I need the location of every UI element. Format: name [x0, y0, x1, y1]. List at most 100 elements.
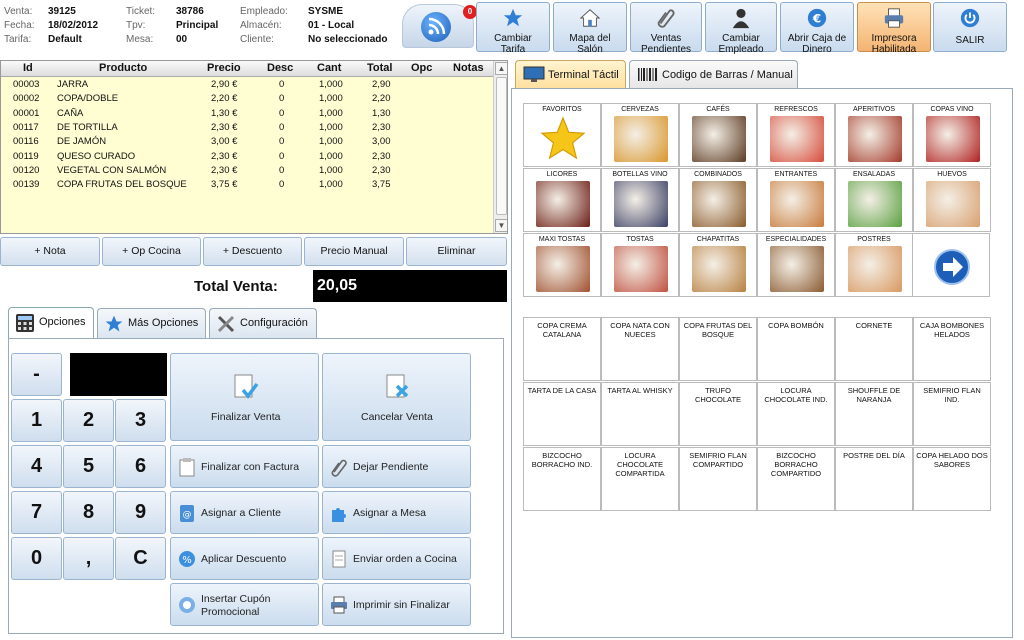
product-button[interactable]: CAJA BOMBONES HELADOS [913, 317, 991, 381]
category-image [692, 116, 746, 162]
key-8[interactable]: 8 [63, 491, 114, 534]
apply-discount-button[interactable]: % Aplicar Descuento [170, 537, 319, 580]
keypad-display [70, 353, 167, 396]
product-button[interactable]: TARTA AL WHISKY [601, 382, 679, 446]
order-grid[interactable]: Id Producto Precio Desc Cant Total Opc N… [0, 60, 508, 234]
leave-pending-button[interactable]: Dejar Pendiente [322, 445, 471, 488]
tab-terminal-tactil[interactable]: Terminal Táctil [515, 60, 626, 88]
tab-codigo-barras[interactable]: Codigo de Barras / Manual [629, 60, 798, 88]
table-cell: 1,000 [319, 79, 343, 90]
change-tariff-button[interactable]: Cambiar Tarifa [476, 2, 550, 55]
table-row[interactable]: 00002 COPA/DOBLE 2,20 € 0 1,000 2,20 [1, 92, 493, 106]
table-row[interactable]: 00117 DE TORTILLA 2,30 € 0 1,000 2,30 [1, 121, 493, 135]
category-especialidades[interactable]: ESPECIALIDADES [757, 233, 835, 297]
product-button[interactable]: BIZCOCHO BORRACHO COMPARTIDO [757, 447, 835, 511]
room-map-button[interactable]: Mapa del Salón [553, 2, 627, 55]
assign-client-button[interactable]: @ Asignar a Cliente [170, 491, 319, 534]
category-postres[interactable]: POSTRES [835, 233, 913, 297]
category-huevos[interactable]: HUEVOS [913, 168, 991, 232]
product-button[interactable]: POSTRE DEL DÍA [835, 447, 913, 511]
change-employee-button[interactable]: Cambiar Empleado [705, 2, 777, 55]
finalize-with-invoice-button[interactable]: Finalizar con Factura [170, 445, 319, 488]
pos-window: Venta: 39125 Ticket: 38786 Empleado: SYS… [0, 0, 1024, 640]
key-5[interactable]: 5 [63, 445, 114, 488]
tab-configuracion[interactable]: Configuración [209, 308, 317, 338]
rss-button[interactable]: 0 [402, 4, 477, 48]
assign-table-button[interactable]: Asignar a Mesa [322, 491, 471, 534]
key-7[interactable]: 7 [11, 491, 62, 534]
grid-scrollbar[interactable]: ▲ ▼ [493, 61, 507, 233]
key-comma[interactable]: , [63, 537, 114, 580]
product-button[interactable]: BIZCOCHO BORRACHO IND. [523, 447, 601, 511]
key-9[interactable]: 9 [115, 491, 166, 534]
key-0[interactable]: 0 [11, 537, 62, 580]
category-copas-vino[interactable]: COPAS VINO [913, 103, 991, 167]
table-row[interactable]: 00120 VEGETAL CON SALMÓN 2,30 € 0 1,000 2,30 [1, 164, 493, 178]
product-button[interactable]: COPA BOMBÓN [757, 317, 835, 381]
tab-mas-opciones[interactable]: Más Opciones [97, 308, 206, 338]
category-ensaladas[interactable]: ENSALADAS [835, 168, 913, 232]
cancel-sale-button[interactable]: Cancelar Venta [322, 353, 471, 441]
category-aperitivos[interactable]: APERITIVOS [835, 103, 913, 167]
pending-sales-button[interactable]: Ventas Pendientes [630, 2, 702, 55]
category-cafes[interactable]: CAFÉS [679, 103, 757, 167]
total-label: Total Venta: [194, 278, 278, 295]
add-discount-button[interactable]: + Descuento [203, 237, 302, 266]
table-row[interactable]: 00139 COPA FRUTAS DEL BOSQUE 3,75 € 0 1,000 3… [1, 178, 493, 192]
table-row[interactable]: 00116 DE JAMÓN 3,00 € 0 1,000 3,00 [1, 135, 493, 149]
table-row[interactable]: 00003 JARRA 2,90 € 0 1,000 2,90 [1, 78, 493, 92]
product-button[interactable]: SEMIFRIO FLAN COMPARTIDO [679, 447, 757, 511]
key-1[interactable]: 1 [11, 399, 62, 442]
key-4[interactable]: 4 [11, 445, 62, 488]
category-botellas-vino[interactable]: BOTELLAS VINO [601, 168, 679, 232]
product-button[interactable]: TARTA DE LA CASA [523, 382, 601, 446]
category-cervezas[interactable]: CERVEZAS [601, 103, 679, 167]
category-entrantes[interactable]: ENTRANTES [757, 168, 835, 232]
category-chapatitas[interactable]: CHAPATITAS [679, 233, 757, 297]
product-button[interactable]: SEMIFRIO FLAN IND. [913, 382, 991, 446]
table-cell: 00120 [13, 164, 40, 176]
send-to-kitchen-button[interactable]: Enviar orden a Cocina [322, 537, 471, 580]
finalize-sale-button[interactable]: Finalizar Venta [170, 353, 319, 441]
category-maxi-tostas[interactable]: MAXI TOSTAS [523, 233, 601, 297]
insert-coupon-button[interactable]: Insertar Cupón Promocional [170, 583, 319, 626]
scroll-up-icon[interactable]: ▲ [495, 62, 507, 75]
product-button[interactable]: COPA CREMA CATALANA [523, 317, 601, 381]
key-2[interactable]: 2 [63, 399, 114, 442]
open-cash-drawer-button[interactable]: € Abrir Caja de Dinero [780, 2, 854, 55]
key-clear[interactable]: C [115, 537, 166, 580]
scroll-thumb[interactable] [496, 77, 507, 215]
product-button[interactable]: CORNETE [835, 317, 913, 381]
product-button[interactable]: COPA NATA CON NUECES [601, 317, 679, 381]
product-button[interactable]: TRUFO CHOCOLATE [679, 382, 757, 446]
product-button[interactable]: COPA HELADO DOS SABORES [913, 447, 991, 511]
table-row[interactable]: 00119 QUESO CURADO 2,30 € 0 1,000 2,30 [1, 150, 493, 164]
tpv-label: Tpv: [126, 20, 146, 31]
exit-button[interactable]: SALIR [933, 2, 1007, 52]
category-licores[interactable]: LICORES [523, 168, 601, 232]
category-image [926, 181, 980, 227]
delete-button[interactable]: Eliminar [406, 237, 507, 266]
key-minus[interactable]: - [11, 353, 62, 396]
key-6[interactable]: 6 [115, 445, 166, 488]
product-button[interactable]: SHOUFFLE DE NARANJA [835, 382, 913, 446]
add-kitchen-option-button[interactable]: + Op Cocina [102, 237, 201, 266]
tab-opciones[interactable]: Opciones [8, 307, 94, 339]
product-button[interactable]: LOCURA CHOCOLATE COMPARTIDA [601, 447, 679, 511]
key-3[interactable]: 3 [115, 399, 166, 442]
category-favoritos[interactable]: FAVORITOS [523, 103, 601, 167]
product-button[interactable]: COPA FRUTAS DEL BOSQUE [679, 317, 757, 381]
product-button[interactable]: LOCURA CHOCOLATE IND. [757, 382, 835, 446]
category-tostas[interactable]: TOSTAS [601, 233, 679, 297]
next-page-button[interactable] [912, 233, 990, 297]
add-note-button[interactable]: + Nota [0, 237, 100, 266]
manual-price-button[interactable]: Precio Manual [304, 237, 404, 266]
category-refrescos[interactable]: REFRESCOS [757, 103, 835, 167]
scroll-down-icon[interactable]: ▼ [495, 219, 507, 232]
printer-enabled-button[interactable]: Impresora Habilitada [857, 2, 931, 55]
address-book-icon: @ [180, 505, 194, 522]
print-without-finalize-button[interactable]: Imprimir sin Finalizar [322, 583, 471, 626]
category-combinados[interactable]: COMBINADOS [679, 168, 757, 232]
table-row[interactable]: 00001 CAÑA 1,30 € 0 1,000 1,30 [1, 107, 493, 121]
cliente-value: No seleccionado [308, 34, 388, 45]
